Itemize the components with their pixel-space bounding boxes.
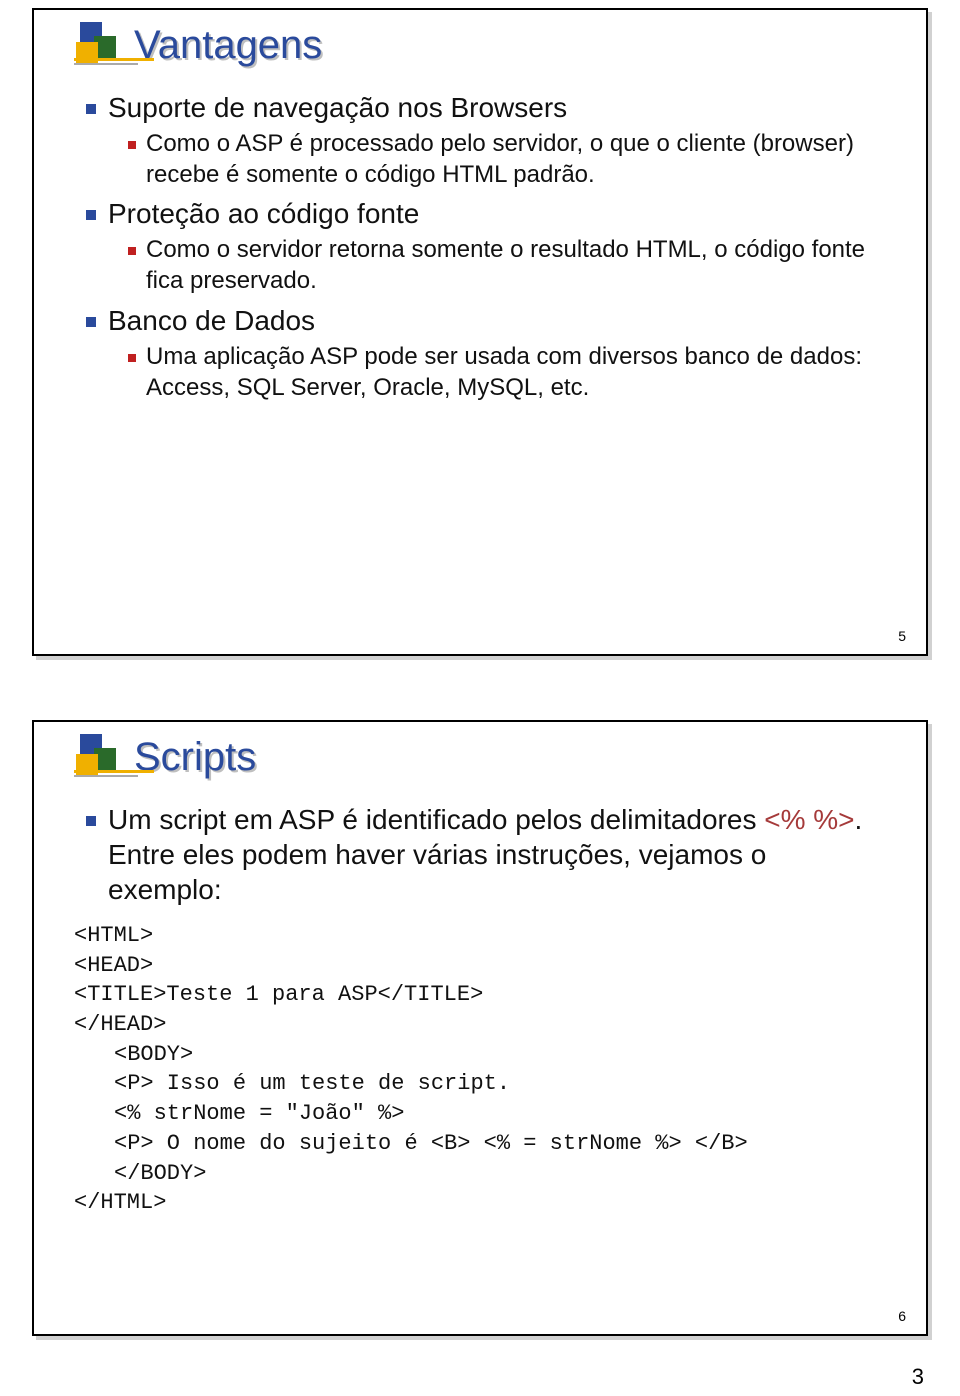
item-label: Suporte de navegação nos Browsers bbox=[108, 92, 567, 123]
slide-content: Vantagens Suporte de navegação nos Brows… bbox=[34, 10, 926, 654]
code-line: </BODY> bbox=[74, 1159, 886, 1189]
code-line: <TITLE>Teste 1 para ASP</TITLE> bbox=[74, 980, 886, 1010]
item-label: Proteção ao código fonte bbox=[108, 198, 419, 229]
code-line: <HEAD> bbox=[74, 951, 886, 981]
code-line: <BODY> bbox=[74, 1040, 886, 1070]
code-line: </HEAD> bbox=[74, 1010, 886, 1040]
bullet-list: Suporte de navegação nos Browsers Como o… bbox=[74, 90, 886, 403]
title-row: Vantagens bbox=[74, 22, 886, 68]
list-item: Proteção ao código fonte Como o servidor… bbox=[86, 196, 886, 296]
intro-text-a: Um script em ASP é identificado pelos de… bbox=[108, 804, 764, 835]
item-label: Banco de Dados bbox=[108, 305, 315, 336]
delimiter-text: <% %> bbox=[764, 804, 854, 835]
sub-item: Uma aplicação ASP pode ser usada com div… bbox=[128, 342, 886, 403]
slide-content: Scripts Um script em ASP é identificado … bbox=[34, 722, 926, 1334]
code-line: <P> O nome do sujeito é <B> <% = strNome… bbox=[74, 1129, 886, 1159]
code-line: <P> Isso é um teste de script. bbox=[74, 1069, 886, 1099]
sub-item: Como o ASP é processado pelo servidor, o… bbox=[128, 129, 886, 190]
list-item: Banco de Dados Uma aplicação ASP pode se… bbox=[86, 303, 886, 403]
list-item: Suporte de navegação nos Browsers Como o… bbox=[86, 90, 886, 190]
bullet-list: Um script em ASP é identificado pelos de… bbox=[74, 802, 886, 907]
list-item: Um script em ASP é identificado pelos de… bbox=[86, 802, 886, 907]
slide-vantagens: Vantagens Suporte de navegação nos Brows… bbox=[32, 8, 928, 656]
slide-number: 5 bbox=[898, 628, 906, 644]
slide-title: Vantagens bbox=[134, 23, 322, 68]
slide-scripts: Scripts Um script em ASP é identificado … bbox=[32, 720, 928, 1336]
title-row: Scripts bbox=[74, 734, 886, 780]
page-number: 3 bbox=[912, 1364, 924, 1390]
code-line: <% strNome = "João" %> bbox=[74, 1099, 886, 1129]
slide-number: 6 bbox=[898, 1308, 906, 1324]
sub-item: Como o servidor retorna somente o result… bbox=[128, 235, 886, 296]
code-line: </HTML> bbox=[74, 1188, 886, 1218]
slide-logo-icon bbox=[74, 734, 120, 780]
code-example: <HTML> <HEAD> <TITLE>Teste 1 para ASP</T… bbox=[74, 921, 886, 1218]
code-line: <HTML> bbox=[74, 921, 886, 951]
slide-logo-icon bbox=[74, 22, 120, 68]
